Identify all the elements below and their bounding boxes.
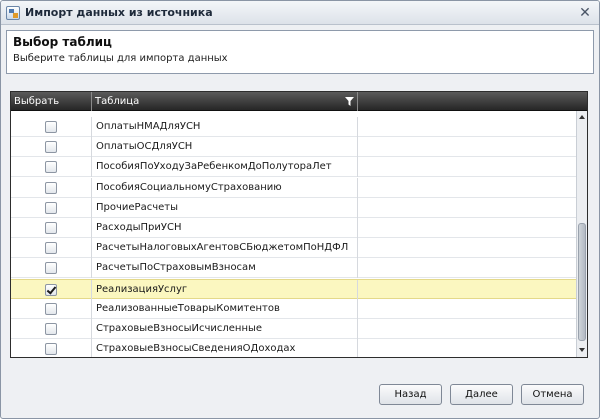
grid-header: Выбрать Таблица <box>11 92 587 111</box>
table-row[interactable]: ПрочиеРасчеты <box>11 197 576 218</box>
table-row[interactable]: РеализацияУслуг <box>11 278 576 300</box>
row-checkbox[interactable] <box>45 343 57 356</box>
table-name-cell: ПособияПоУходуЗаРебенкомДоПолутораЛет <box>92 157 358 178</box>
row-checkbox[interactable] <box>45 161 57 174</box>
table-row[interactable]: РасчетыПоСтраховымВзносам <box>11 258 576 279</box>
row-checkbox[interactable] <box>45 302 57 315</box>
table-row[interactable]: РасходыПриУСН <box>11 218 576 238</box>
app-window-icon <box>6 6 20 20</box>
select-cell <box>11 258 92 279</box>
table-row[interactable]: РасчетыНалоговыхАгентовСБюджетомПоНДФЛ <box>11 238 576 259</box>
row-checkbox[interactable] <box>45 201 57 214</box>
table-name-cell: РасчетыПоСтраховымВзносам <box>92 258 358 279</box>
table-name-cell: РеализованныеТоварыКомитентов <box>92 298 358 319</box>
select-cell <box>11 298 92 319</box>
table-row[interactable]: РеализованныеТоварыКомитентов <box>11 298 576 319</box>
select-cell <box>11 218 92 238</box>
table-name-cell: РеализацияУслуг <box>92 279 358 300</box>
step-subtitle: Выберите таблицы для импорта данных <box>13 53 228 64</box>
scrollbar-thumb[interactable] <box>578 223 586 341</box>
import-dialog: Импорт данных из источника ✕ Выбор табли… <box>0 0 600 419</box>
tables-grid: Выбрать Таблица ОплатыНМАДляУСН ОплатыОСД… <box>10 91 588 358</box>
table-row[interactable]: СтраховыеВзносыСведенияОДоходах <box>11 339 576 357</box>
table-name-cell: РасчетыНалоговыхАгентовСБюджетомПоНДФЛ <box>92 238 358 259</box>
select-cell <box>11 137 92 158</box>
close-button[interactable]: ✕ <box>576 4 594 22</box>
table-name-cell: СтраховыеВзносыСведенияОДоходах <box>92 339 358 357</box>
table-row[interactable]: СтраховыеВзносыИсчисленные <box>11 319 576 339</box>
table-name-cell: ПрочиеРасчеты <box>92 197 358 218</box>
back-button[interactable]: Назад <box>379 384 442 405</box>
row-checkbox[interactable] <box>45 262 57 275</box>
step-title: Выбор таблиц <box>13 35 112 49</box>
title-bar[interactable]: Импорт данных из источника ✕ <box>1 1 599 25</box>
column-header-table[interactable]: Таблица <box>92 92 358 111</box>
select-cell <box>11 157 92 178</box>
select-cell <box>11 279 92 300</box>
scroll-up-arrow-icon[interactable] <box>577 112 587 122</box>
row-checkbox[interactable] <box>45 141 57 154</box>
row-checkbox[interactable] <box>45 222 57 234</box>
next-button[interactable]: Далее <box>450 384 513 405</box>
table-name-cell: ПособияСоциальномуСтрахованию <box>92 177 358 198</box>
table-name-cell: РасходыПриУСН <box>92 218 358 238</box>
row-checkbox[interactable] <box>45 121 57 133</box>
table-row[interactable]: ОплатыНМАДляУСН <box>11 117 576 137</box>
table-name-cell: ОплатыОСДляУСН <box>92 137 358 158</box>
table-name-cell: СтраховыеВзносыИсчисленные <box>92 319 358 339</box>
row-checkbox[interactable] <box>45 323 57 335</box>
column-header-select[interactable]: Выбрать <box>11 92 92 111</box>
select-cell <box>11 117 92 137</box>
select-cell <box>11 339 92 357</box>
row-checkbox[interactable] <box>45 181 57 194</box>
column-header-empty <box>358 92 576 111</box>
cancel-button[interactable]: Отмена <box>521 384 584 405</box>
step-header: Выбор таблиц Выберите таблицы для импорт… <box>6 30 594 74</box>
select-cell <box>11 238 92 259</box>
table-row[interactable]: ОплатыОСДляУСН <box>11 137 576 158</box>
table-row[interactable]: ПособияПоУходуЗаРебенкомДоПолутораЛет <box>11 157 576 178</box>
filter-icon[interactable] <box>345 97 354 106</box>
vertical-scrollbar[interactable] <box>576 111 587 357</box>
select-cell <box>11 197 92 218</box>
window-title: Импорт данных из источника <box>25 6 213 19</box>
table-row[interactable]: ПособияСоциальномуСтрахованию <box>11 177 576 198</box>
scroll-down-arrow-icon[interactable] <box>577 345 587 355</box>
row-checkbox[interactable] <box>45 242 57 255</box>
select-cell <box>11 319 92 339</box>
select-cell <box>11 177 92 198</box>
close-icon: ✕ <box>579 5 591 21</box>
table-name-cell: ОплатыНМАДляУСН <box>92 117 358 137</box>
checkmark-icon[interactable] <box>45 283 57 296</box>
